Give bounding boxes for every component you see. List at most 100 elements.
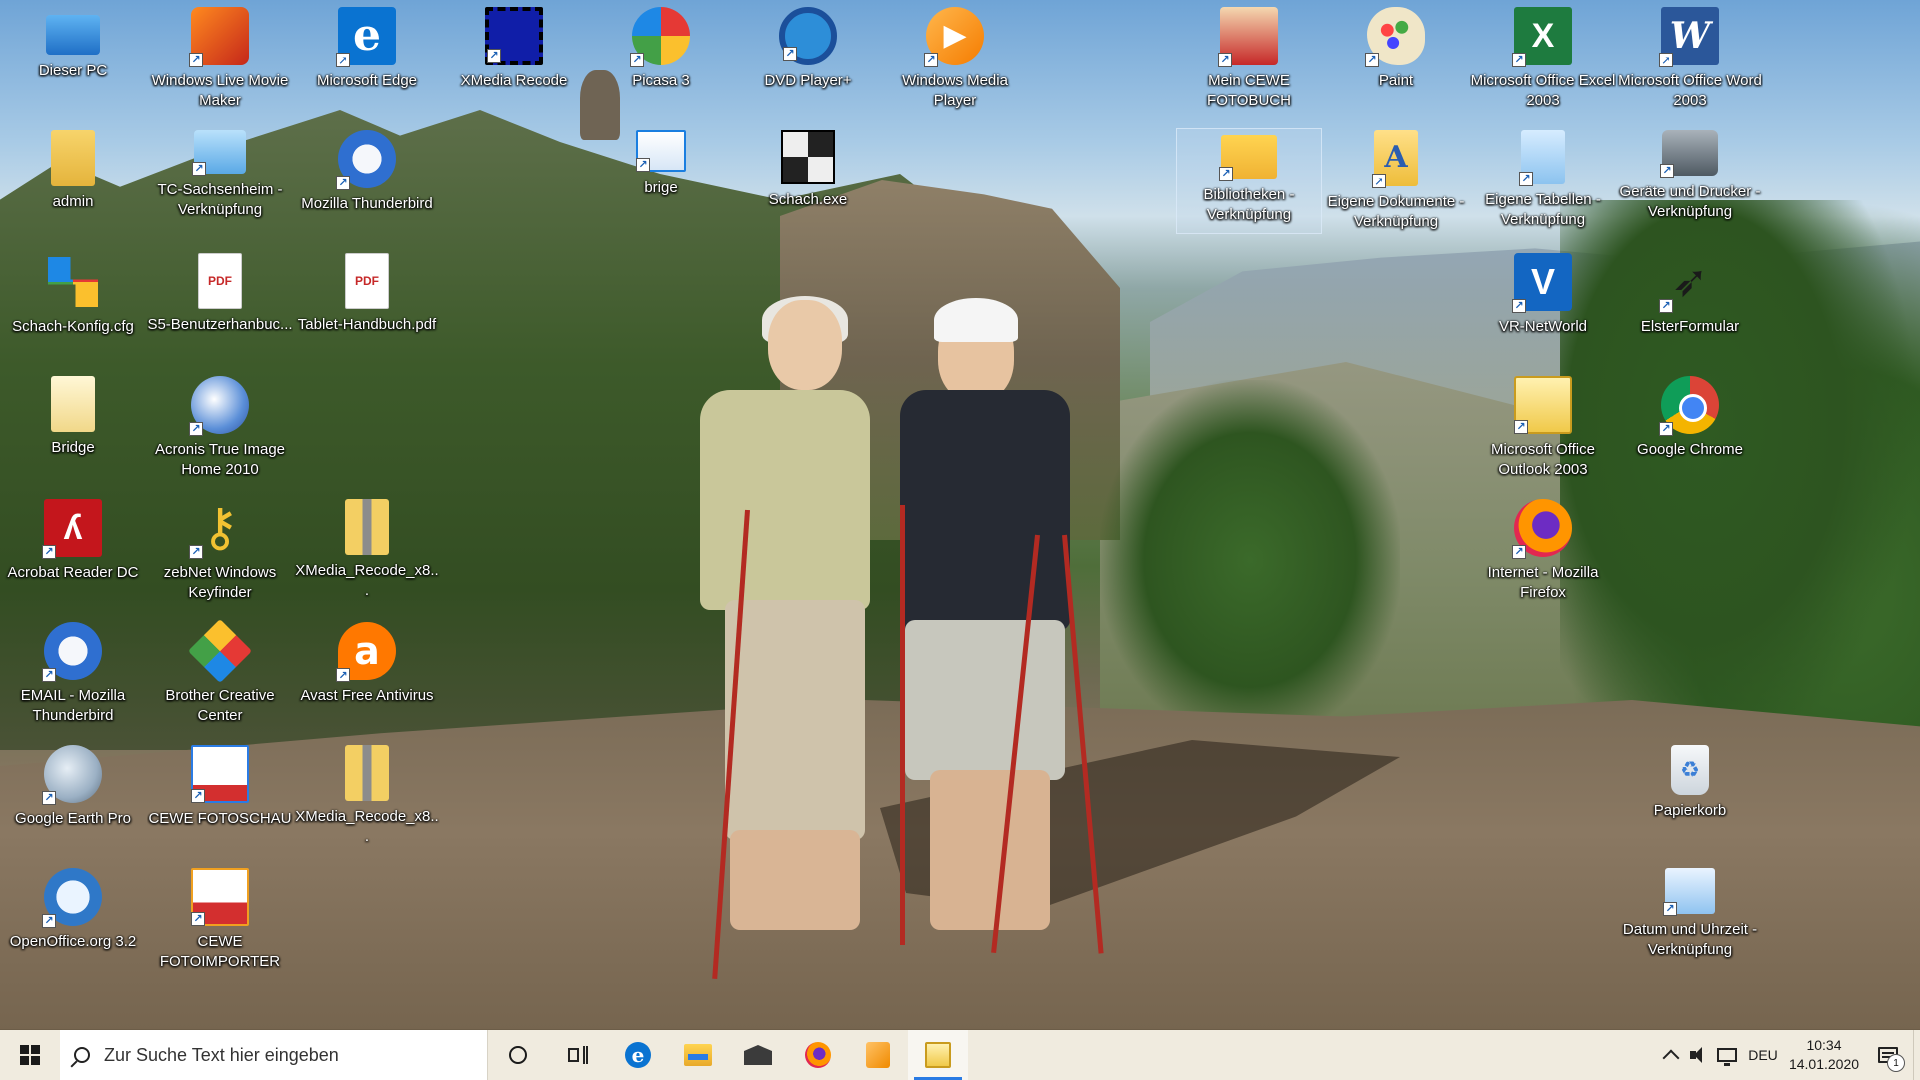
desktop-icon-label: Windows Live Movie Maker: [151, 72, 289, 109]
desktop-icon-label: CEWE FOTOIMPORTER: [159, 933, 281, 970]
desktop-icon-label: Bridge: [51, 439, 95, 456]
desktop-icon-eigene-tabellen[interactable]: ↗ Eigene Tabellen - Verknüpfung: [1470, 123, 1616, 241]
film-strip-icon: ↗: [485, 7, 543, 65]
hiker-man-legs: [930, 770, 1050, 930]
desktop-icon-label: brige: [644, 179, 678, 196]
acrobat-icon: ʎ ↗: [42, 499, 102, 559]
desktop-icon-word-2003[interactable]: W ↗ Microsoft Office Word 2003: [1617, 0, 1763, 118]
desktop-icon-label: XMedia Recode: [460, 72, 568, 89]
desktop-icon-tc-sachsenheim[interactable]: ↗ TC-Sachsenheim - Verknüpfung: [147, 123, 293, 241]
desktop-icon-google-earth-pro[interactable]: ↗ Google Earth Pro: [0, 738, 146, 856]
desktop-icon-elsterformular[interactable]: ➶ ↗ ElsterFormular: [1617, 246, 1763, 364]
search-input[interactable]: [102, 1043, 466, 1067]
taskbar-app-file-explorer[interactable]: [668, 1030, 728, 1080]
taskbar-app-outlook[interactable]: [908, 1030, 968, 1080]
desktop-icon-label: TC-Sachsenheim - Verknüpfung: [157, 181, 283, 218]
start-button[interactable]: [0, 1030, 60, 1080]
taskbar-app-edge[interactable]: e: [608, 1030, 668, 1080]
clock-date: 14.01.2020: [1788, 1056, 1860, 1072]
acronis-icon: ↗: [189, 376, 249, 436]
hiker-woman-pants: [725, 600, 865, 840]
desktop-icon-label: Acronis True Image Home 2010: [154, 441, 286, 478]
desktop-icon-windows-media-player[interactable]: ▶ ↗ Windows Media Player: [882, 0, 1028, 118]
show-desktop-button[interactable]: [1913, 1030, 1920, 1080]
desktop-icon-schach-exe[interactable]: Schach.exe: [735, 123, 881, 241]
desktop-icon-brother-creative-center[interactable]: Brother Creative Center: [147, 615, 293, 733]
desktop-icon-outlook-2003[interactable]: ↗ Microsoft Office Outlook 2003: [1470, 369, 1616, 487]
desktop-icon-label: Papierkorb: [1653, 802, 1727, 819]
windows-logo-icon: [20, 1045, 40, 1065]
libraries-folder-icon: ↗: [1219, 135, 1277, 181]
computer-icon: [46, 15, 100, 55]
taskbar-app-mail[interactable]: [728, 1030, 788, 1080]
desktop-icon-datum-und-uhrzeit[interactable]: ↗ Datum und Uhrzeit - Verknüpfung: [1617, 861, 1763, 979]
desktop-icon-excel-2003[interactable]: X ↗ Microsoft Office Excel 2003: [1470, 0, 1616, 118]
desktop-icon-acronis-true-image[interactable]: ↗ Acronis True Image Home 2010: [147, 369, 293, 487]
wallpaper-pine-trees: [1100, 380, 1400, 740]
desktop-icon-geraete-und-drucker[interactable]: ↗ Geräte und Drucker - Verknüpfung: [1617, 123, 1763, 241]
desktop-icon-label: XMedia_Recode_x8...: [295, 808, 439, 845]
desktop-icon-label: Schach-Konfig.cfg: [12, 318, 134, 335]
desktop-icon-picasa[interactable]: ↗ Picasa 3: [588, 0, 734, 118]
desktop-icon-label: ElsterFormular: [1640, 318, 1740, 335]
thunderbird-icon: ↗: [42, 622, 102, 682]
desktop-icon-email-thunderbird[interactable]: ↗ EMAIL - Mozilla Thunderbird: [0, 615, 146, 733]
desktop-icon-bridge[interactable]: Bridge: [0, 369, 146, 487]
outlook-icon: [925, 1042, 951, 1068]
desktop-icon-windows-live-movie-maker[interactable]: ↗ Windows Live Movie Maker: [147, 0, 293, 118]
show-hidden-icons-button[interactable]: [1657, 1030, 1685, 1080]
hiker-man-cap: [934, 298, 1018, 342]
cortana-button[interactable]: [488, 1030, 548, 1080]
speaker-icon: [1690, 1047, 1708, 1063]
desktop-icon-cewe-fotoimporter[interactable]: ↗ CEWE FOTOIMPORTER: [147, 861, 293, 979]
desktop-icon-label: Datum und Uhrzeit - Verknüpfung: [1622, 921, 1758, 958]
desktop-icon-brige[interactable]: ↗ brige: [588, 123, 734, 241]
notification-badge: 1: [1887, 1054, 1905, 1072]
desktop-icon-openoffice[interactable]: ↗ OpenOffice.org 3.2: [0, 861, 146, 979]
desktop-icon-s5-benutzerhandbuch[interactable]: PDF S5-Benutzerhanbuc...: [147, 246, 293, 364]
desktop-icon-tablet-handbuch[interactable]: PDF Tablet-Handbuch.pdf: [294, 246, 440, 364]
volume-button[interactable]: [1685, 1030, 1713, 1080]
desktop-icon-vr-networld[interactable]: V ↗ VR-NetWorld: [1470, 246, 1616, 364]
desktop-icon-xmedia-recode[interactable]: ↗ XMedia Recode: [441, 0, 587, 118]
taskbar-search-box[interactable]: [60, 1030, 488, 1080]
desktop-icon-label: EMAIL - Mozilla Thunderbird: [20, 687, 126, 724]
input-language-button[interactable]: DEU: [1741, 1030, 1785, 1080]
desktop-icon-bibliotheken[interactable]: ↗ Bibliotheken - Verknüpfung: [1176, 128, 1322, 234]
media-player-icon: [866, 1042, 890, 1068]
clock-button[interactable]: 10:34 14.01.2020: [1785, 1030, 1863, 1080]
desktop-icon-google-chrome[interactable]: ↗ Google Chrome: [1617, 369, 1763, 487]
action-center-button[interactable]: 1: [1863, 1030, 1913, 1080]
desktop-icon-firefox[interactable]: ↗ Internet - Mozilla Firefox: [1470, 492, 1616, 610]
recycle-bin-icon: ♻: [1671, 745, 1709, 795]
desktop-icon-cewe-fotoschau[interactable]: ↗ CEWE FOTOSCHAU: [147, 738, 293, 856]
taskbar-app-firefox[interactable]: [788, 1030, 848, 1080]
hiker-woman-shirt: [700, 390, 870, 610]
desktop-icon-microsoft-edge[interactable]: e ↗ Microsoft Edge: [294, 0, 440, 118]
desktop-icon-zebnet-keyfinder[interactable]: ⚷ ↗ zebNet Windows Keyfinder: [147, 492, 293, 610]
desktop-icon-admin[interactable]: admin: [0, 123, 146, 241]
network-button[interactable]: [1713, 1030, 1741, 1080]
desktop-icon-avast[interactable]: a ↗ Avast Free Antivirus: [294, 615, 440, 733]
desktop-icon-label: Paint: [1378, 72, 1414, 89]
taskbar-app-media-player[interactable]: [848, 1030, 908, 1080]
desktop-icon-mozilla-thunderbird[interactable]: ↗ Mozilla Thunderbird: [294, 123, 440, 241]
desktop-icon-dieser-pc[interactable]: Dieser PC: [0, 0, 146, 118]
desktop-icon-label: Microsoft Edge: [316, 72, 418, 89]
desktop-icon-xmedia-recode-zip[interactable]: XMedia_Recode_x8...: [294, 492, 440, 610]
task-view-button[interactable]: [548, 1030, 608, 1080]
desktop-icon-dvd-player[interactable]: ↗ DVD Player+: [735, 0, 881, 118]
desktop-icon-acrobat-reader[interactable]: ʎ ↗ Acrobat Reader DC: [0, 492, 146, 610]
desktop-icon-label: Schach.exe: [768, 191, 848, 208]
desktop-icon-label: Eigene Tabellen - Verknüpfung: [1485, 191, 1601, 228]
desktop-icon-paint[interactable]: ↗ Paint: [1323, 0, 1469, 118]
desktop-icon-xmedia-recode-zip-2[interactable]: XMedia_Recode_x8...: [294, 738, 440, 856]
desktop-icon-eigene-dokumente[interactable]: A ↗ Eigene Dokumente - Verknüpfung: [1323, 123, 1469, 241]
desktop-icon-cewe-fotobuch[interactable]: ↗ Mein CEWE FOTOBUCH: [1176, 0, 1322, 118]
picasa-icon: ↗: [630, 7, 690, 67]
desktop-icon-papierkorb[interactable]: ♻ Papierkorb: [1617, 738, 1763, 856]
desktop-icon-label: Microsoft Office Outlook 2003: [1491, 441, 1595, 478]
desktop-icon-schach-konfig[interactable]: Schach-Konfig.cfg: [0, 246, 146, 364]
paint-palette-icon: ↗: [1365, 7, 1425, 67]
google-earth-icon: ↗: [42, 745, 102, 805]
